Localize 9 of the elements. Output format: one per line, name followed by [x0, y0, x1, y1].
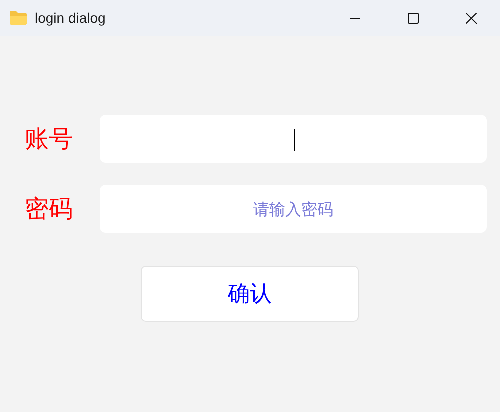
- field-label: 账号: [25, 124, 74, 155]
- maximize-icon[interactable]: [408, 12, 418, 24]
- field-label: 密码: [25, 194, 74, 225]
- input-field[interactable]: 请输入密码: [100, 185, 487, 233]
- input-field[interactable]: [100, 115, 487, 163]
- close-icon[interactable]: [466, 12, 476, 24]
- window-title: login dialog: [35, 10, 106, 26]
- confirm-button[interactable]: 确认: [141, 266, 359, 322]
- folder-icon: [10, 11, 27, 25]
